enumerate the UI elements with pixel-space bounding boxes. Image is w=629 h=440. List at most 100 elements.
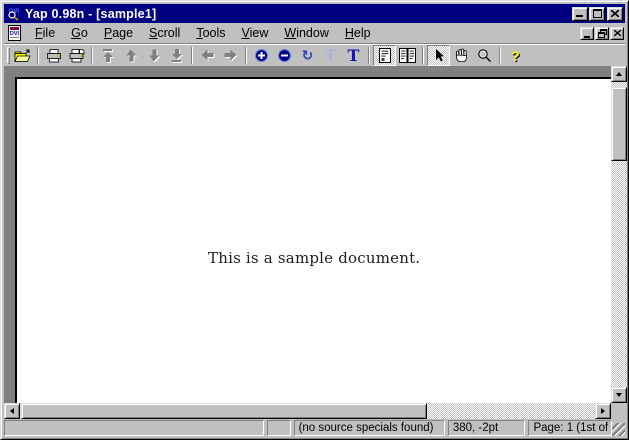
triangle-left-icon bbox=[10, 408, 14, 414]
svg-text:DVI: DVI bbox=[10, 31, 20, 37]
horizontal-scrollbar[interactable] bbox=[4, 403, 611, 419]
select-tool-button[interactable] bbox=[427, 45, 450, 66]
zoom-in-icon bbox=[254, 48, 269, 63]
toolbar-separator bbox=[499, 47, 501, 64]
previous-page-icon bbox=[124, 49, 138, 63]
mdi-close-button[interactable] bbox=[610, 27, 624, 40]
menu-bar: DVI File Go Page Scroll Tools View Windo… bbox=[4, 23, 625, 43]
dvi-document-icon[interactable]: DVI bbox=[6, 25, 23, 41]
zoom-out-button[interactable] bbox=[273, 45, 296, 66]
toolbar-separator bbox=[191, 47, 193, 64]
first-page-icon bbox=[101, 49, 115, 63]
toolbar-separator bbox=[91, 47, 93, 64]
first-page-button bbox=[96, 45, 119, 66]
forward-button bbox=[219, 45, 242, 66]
close-icon bbox=[611, 10, 619, 17]
title-bar[interactable]: DVI Yap 0.98n - [sample1] bbox=[4, 4, 625, 23]
status-cursor-position: 380, -2pt bbox=[448, 420, 526, 436]
scroll-down-button[interactable] bbox=[611, 387, 627, 403]
mdi-restore-icon bbox=[598, 29, 607, 38]
yap-window: DVI Yap 0.98n - [sample1] bbox=[0, 0, 629, 440]
scroll-left-button[interactable] bbox=[4, 403, 20, 419]
resize-grip[interactable] bbox=[612, 423, 625, 436]
print-button[interactable] bbox=[42, 45, 65, 66]
single-page-view-button[interactable] bbox=[373, 45, 396, 66]
status-source-specials: (no source specials found) bbox=[294, 420, 445, 436]
render-text-icon: T bbox=[348, 48, 360, 64]
toolbar-separator bbox=[245, 47, 247, 64]
mdi-minimize-icon bbox=[584, 35, 591, 39]
document-view[interactable]: This is a sample document. bbox=[4, 66, 611, 403]
next-page-icon bbox=[147, 49, 161, 63]
render-text-button[interactable]: T bbox=[342, 45, 365, 66]
toolbar-separator bbox=[422, 47, 424, 64]
mdi-restore-button[interactable] bbox=[595, 27, 609, 40]
horizontal-scrollbar-thumb[interactable] bbox=[21, 403, 427, 419]
menu-help[interactable]: Help bbox=[337, 24, 379, 43]
back-button bbox=[196, 45, 219, 66]
zoom-out-icon bbox=[277, 48, 292, 63]
triangle-down-icon bbox=[616, 393, 622, 397]
menu-scroll[interactable]: Scroll bbox=[141, 24, 188, 43]
two-page-view-button[interactable] bbox=[396, 45, 419, 66]
triangle-up-icon bbox=[616, 72, 622, 76]
menu-tools[interactable]: Tools bbox=[188, 24, 233, 43]
hand-tool-button[interactable] bbox=[450, 45, 473, 66]
refresh-button[interactable]: ↻ bbox=[296, 45, 319, 66]
menu-file[interactable]: File bbox=[27, 24, 63, 43]
toolbar-grip[interactable] bbox=[7, 47, 10, 64]
window-title: Yap 0.98n - [sample1] bbox=[25, 7, 571, 21]
magnifier-tool-icon bbox=[477, 48, 492, 63]
help-button[interactable]: ? bbox=[504, 45, 527, 66]
status-main-panel bbox=[4, 420, 264, 436]
menu-window[interactable]: Window bbox=[276, 24, 336, 43]
toolbar-separator bbox=[37, 47, 39, 64]
menu-page[interactable]: Page bbox=[96, 24, 141, 43]
single-page-view-icon bbox=[378, 48, 392, 63]
forward-icon bbox=[224, 49, 238, 62]
status-page-info: Page: 1 (1st of 1) bbox=[528, 420, 612, 436]
previous-page-button bbox=[119, 45, 142, 66]
toolbar: ↻ T T bbox=[4, 43, 625, 66]
print-all-icon bbox=[69, 49, 85, 63]
last-page-icon bbox=[170, 49, 184, 63]
menu-go[interactable]: Go bbox=[63, 24, 96, 43]
vertical-scrollbar[interactable] bbox=[611, 66, 627, 403]
app-icon[interactable]: DVI bbox=[6, 6, 22, 21]
close-button[interactable] bbox=[607, 7, 623, 21]
minimize-button[interactable] bbox=[572, 7, 588, 21]
menu-view[interactable]: View bbox=[234, 24, 277, 43]
document-client-area: This is a sample document. bbox=[4, 66, 627, 419]
open-icon bbox=[14, 49, 31, 63]
refresh-icon: ↻ bbox=[302, 49, 314, 63]
next-page-button bbox=[142, 45, 165, 66]
two-page-view-icon bbox=[399, 48, 416, 63]
toolbar-separator bbox=[368, 47, 370, 64]
status-bar: (no source specials found) 380, -2pt Pag… bbox=[4, 418, 625, 436]
select-tool-icon bbox=[432, 48, 446, 63]
print-all-button[interactable] bbox=[65, 45, 88, 66]
minimize-icon bbox=[576, 15, 584, 18]
open-button[interactable] bbox=[11, 45, 34, 66]
vertical-scrollbar-thumb[interactable] bbox=[611, 87, 627, 161]
shrink-text-icon: T bbox=[325, 48, 336, 63]
dvi-page[interactable]: This is a sample document. bbox=[15, 77, 611, 403]
triangle-right-icon bbox=[601, 408, 605, 414]
print-icon bbox=[46, 49, 62, 63]
scrollbar-corner bbox=[611, 403, 627, 419]
back-icon bbox=[201, 49, 215, 62]
maximize-icon bbox=[593, 9, 602, 18]
help-icon: ? bbox=[511, 49, 520, 63]
zoom-in-button[interactable] bbox=[250, 45, 273, 66]
document-text: This is a sample document. bbox=[208, 249, 420, 267]
scroll-up-button[interactable] bbox=[611, 66, 627, 82]
shrink-text-button[interactable]: T bbox=[319, 45, 342, 66]
magnifier-tool-button[interactable] bbox=[473, 45, 496, 66]
status-indicator-panel bbox=[267, 420, 291, 436]
scroll-right-button[interactable] bbox=[595, 403, 611, 419]
hand-tool-icon bbox=[454, 48, 469, 63]
last-page-button bbox=[165, 45, 188, 66]
mdi-minimize-button[interactable] bbox=[580, 27, 594, 40]
maximize-button[interactable] bbox=[589, 7, 605, 21]
mdi-close-icon bbox=[614, 30, 621, 36]
